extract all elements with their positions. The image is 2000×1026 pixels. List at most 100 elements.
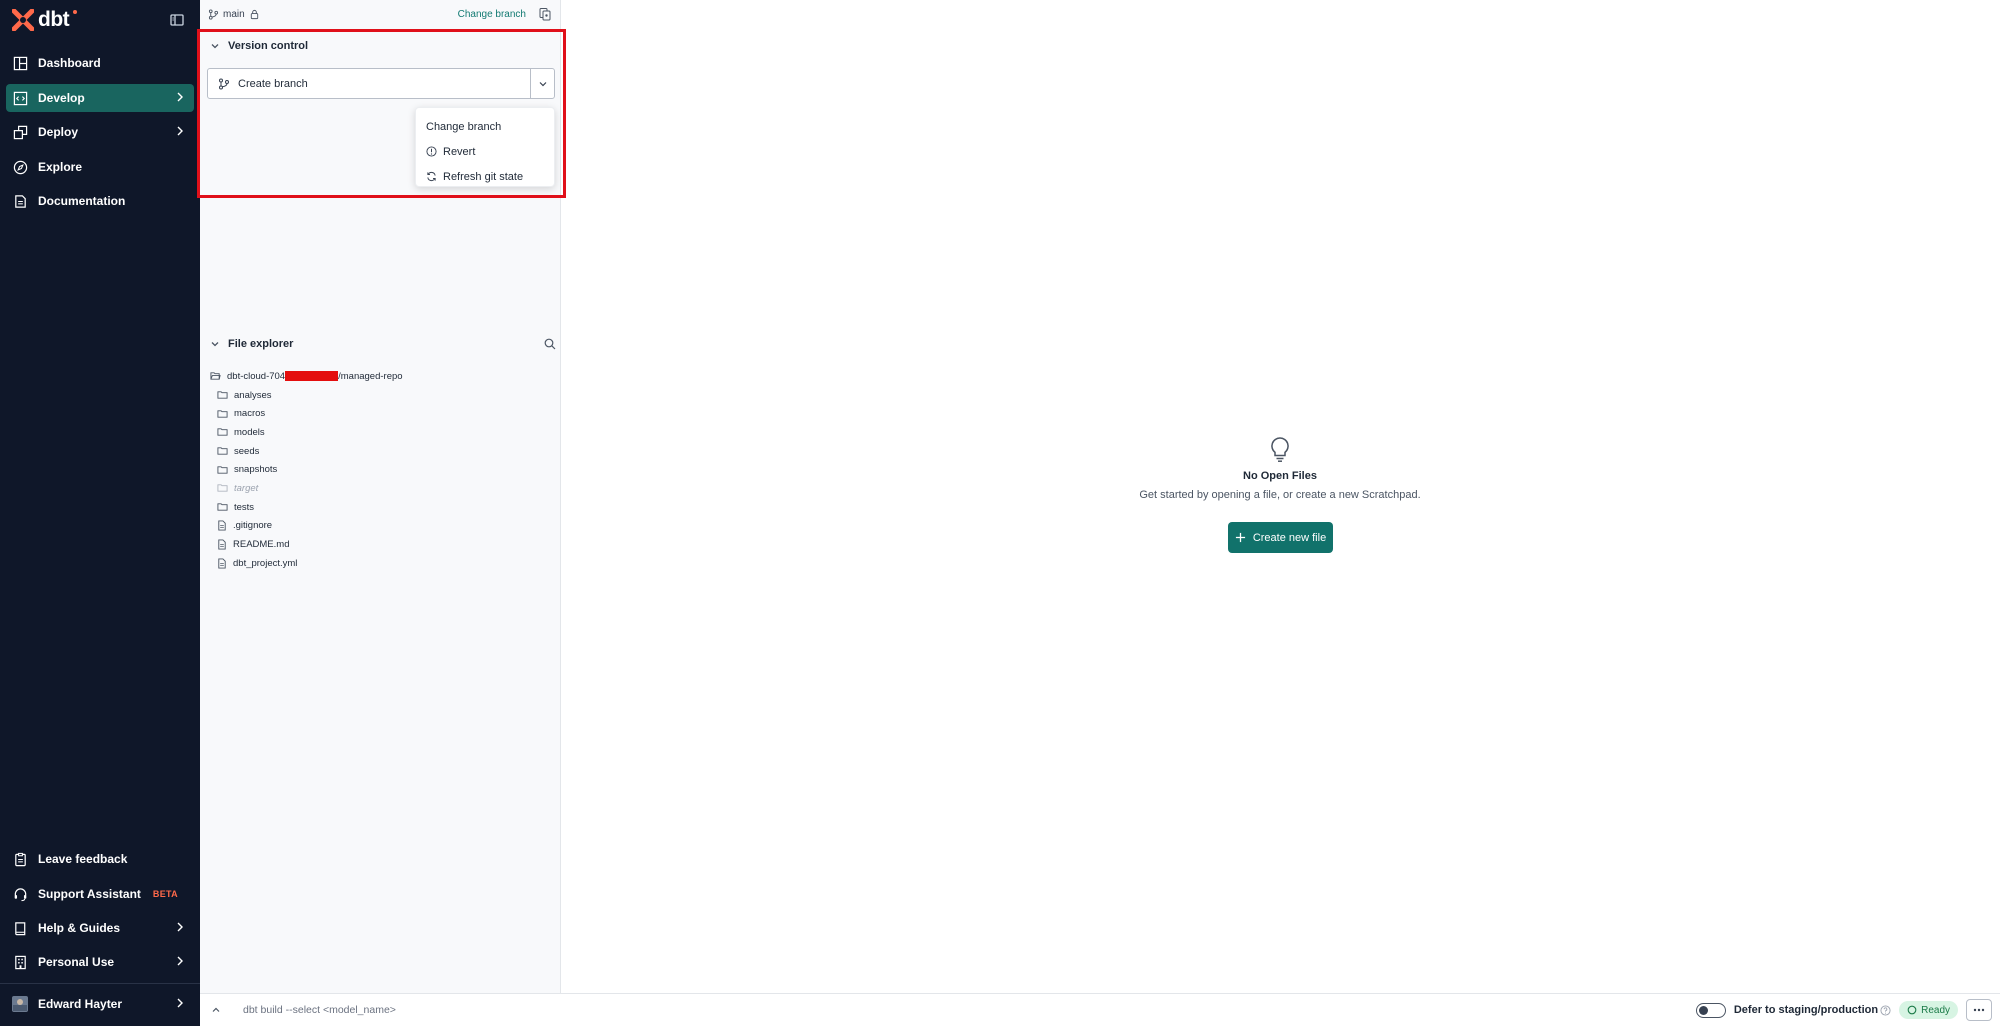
nav-item-label: Develop	[38, 91, 85, 105]
tree-item-label: models	[234, 426, 265, 438]
logo-dot	[73, 10, 78, 14]
menu-item-change-branch[interactable]: Change branch	[416, 114, 554, 139]
file-explorer-header[interactable]: File explorer	[210, 338, 556, 350]
chevron-up-icon	[212, 1007, 220, 1012]
tree-item-seeds[interactable]: seeds	[210, 442, 403, 461]
folder-icon	[217, 503, 228, 511]
create-new-file-label: Create new file	[1252, 531, 1327, 544]
logo-text: dbt	[38, 8, 70, 31]
dashboard-icon	[12, 55, 28, 71]
lock-icon	[250, 9, 258, 19]
command-bar-right: Defer to staging/production Ready	[1695, 999, 1992, 1021]
branch-name: main	[223, 8, 245, 20]
tree-item-analyses[interactable]: analyses	[210, 386, 403, 405]
defer-label: Defer to staging/production	[1733, 1004, 1879, 1016]
nav-item-deploy[interactable]: Deploy	[6, 118, 194, 146]
code-icon	[12, 90, 28, 106]
menu-item-label: Change branch	[426, 120, 502, 133]
chevron-right-icon	[177, 126, 183, 136]
nav-item-dashboard[interactable]: Dashboard	[6, 49, 194, 77]
clipboard-icon	[12, 851, 28, 867]
git-actions-dropdown-toggle[interactable]	[530, 69, 554, 98]
tree-item-tests[interactable]: tests	[210, 498, 403, 517]
chevron-right-icon	[177, 922, 183, 932]
dbt-logo-icon	[12, 9, 34, 31]
nav-item-leave-feedback[interactable]: Leave feedback	[6, 845, 194, 873]
defer-toggle[interactable]	[1695, 1002, 1726, 1018]
expand-command-panel-button[interactable]	[200, 1005, 232, 1015]
menu-item-revert[interactable]: Revert	[416, 139, 554, 164]
empty-state-title: No Open Files	[1243, 470, 1317, 482]
tree-root-folder[interactable]: dbt-cloud-704/managed-repo	[210, 367, 403, 386]
menu-item-label: Refresh git state	[443, 170, 524, 183]
refresh-icon	[427, 172, 436, 181]
file-icon	[218, 520, 226, 531]
plus-icon	[1235, 532, 1245, 543]
redaction-mark	[285, 371, 339, 382]
nav-item-develop[interactable]: Develop	[6, 84, 194, 112]
version-control-header[interactable]: Version control	[210, 40, 308, 52]
tree-item-label: dbt_project.yml	[233, 557, 298, 569]
nav-item-help-guides[interactable]: Help & Guides	[6, 914, 194, 942]
version-control-title: Version control	[228, 40, 309, 52]
file-icon	[218, 558, 226, 569]
create-branch-label: Create branch	[238, 77, 308, 90]
tree-item-snapshots[interactable]: snapshots	[210, 460, 403, 479]
status-circle-icon	[1907, 1005, 1917, 1015]
tree-item-gitignore[interactable]: .gitignore	[210, 517, 403, 536]
nav-item-label: Documentation	[38, 194, 126, 208]
tree-item-label: macros	[234, 408, 266, 420]
help-icon[interactable]	[1880, 1004, 1891, 1016]
nav-header: dbt	[0, 0, 200, 40]
tree-item-label: analyses	[234, 389, 272, 401]
tree-item-dbt-project[interactable]: dbt_project.yml	[210, 554, 403, 573]
nav-item-label: Deploy	[38, 125, 79, 139]
nav-item-support-assistant[interactable]: Support Assistant BETA	[6, 880, 194, 908]
more-options-button[interactable]	[1966, 999, 1992, 1021]
nav-item-label: Leave feedback	[38, 852, 128, 866]
nav-item-explore[interactable]: Explore	[6, 153, 194, 181]
status-badge: Ready	[1899, 1001, 1958, 1019]
create-new-file-button[interactable]: Create new file	[1228, 522, 1333, 553]
empty-state-subtitle: Get started by opening a file, or create…	[1139, 489, 1421, 501]
status-label: Ready	[1921, 1004, 1950, 1016]
nav-item-personal-use[interactable]: Personal Use	[6, 948, 194, 976]
tree-item-models[interactable]: models	[210, 423, 403, 442]
menu-item-refresh-git-state[interactable]: Refresh git state	[416, 164, 554, 189]
nav-item-documentation[interactable]: Documentation	[6, 187, 194, 215]
collapse-sidebar-icon[interactable]	[170, 13, 184, 27]
tree-item-target[interactable]: target	[210, 479, 403, 498]
nav-item-label: Explore	[38, 160, 83, 174]
file-icon	[218, 539, 226, 550]
tree-item-label: README.md	[233, 539, 290, 551]
create-branch-button[interactable]: Create branch	[208, 69, 530, 98]
command-input[interactable]	[243, 1004, 743, 1016]
nav-item-label: Support Assistant	[38, 887, 141, 901]
tree-item-readme[interactable]: README.md	[210, 535, 403, 554]
chevron-down-icon	[211, 342, 219, 347]
git-branch-icon	[208, 8, 219, 20]
file-tree: dbt-cloud-704/managed-repo analyses macr…	[210, 367, 403, 573]
folder-icon	[217, 484, 228, 493]
folder-icon	[217, 410, 228, 418]
dbt-logo[interactable]: dbt	[12, 8, 78, 32]
git-actions-menu: Change branch Revert Refresh git state	[415, 107, 555, 187]
more-horizontal-icon	[1973, 1008, 1985, 1012]
copy-branch-icon[interactable]	[538, 7, 552, 21]
user-name: Edward Hayter	[38, 997, 123, 1011]
beta-badge: BETA	[152, 889, 178, 899]
folder-icon	[217, 466, 228, 474]
tree-item-macros[interactable]: macros	[210, 404, 403, 423]
docs-icon	[12, 193, 28, 209]
deploy-icon	[12, 124, 28, 140]
tree-item-label: tests	[234, 501, 255, 513]
alert-circle-icon	[426, 146, 437, 157]
search-icon[interactable]	[544, 338, 556, 350]
change-branch-link[interactable]: Change branch	[458, 9, 526, 20]
user-menu[interactable]: Edward Hayter	[6, 990, 194, 1018]
building-icon	[12, 954, 28, 970]
folder-icon	[217, 447, 228, 455]
folder-open-icon	[210, 372, 221, 381]
nav-item-label: Help & Guides	[38, 921, 121, 935]
tree-root-suffix: /managed-repo	[338, 370, 403, 382]
